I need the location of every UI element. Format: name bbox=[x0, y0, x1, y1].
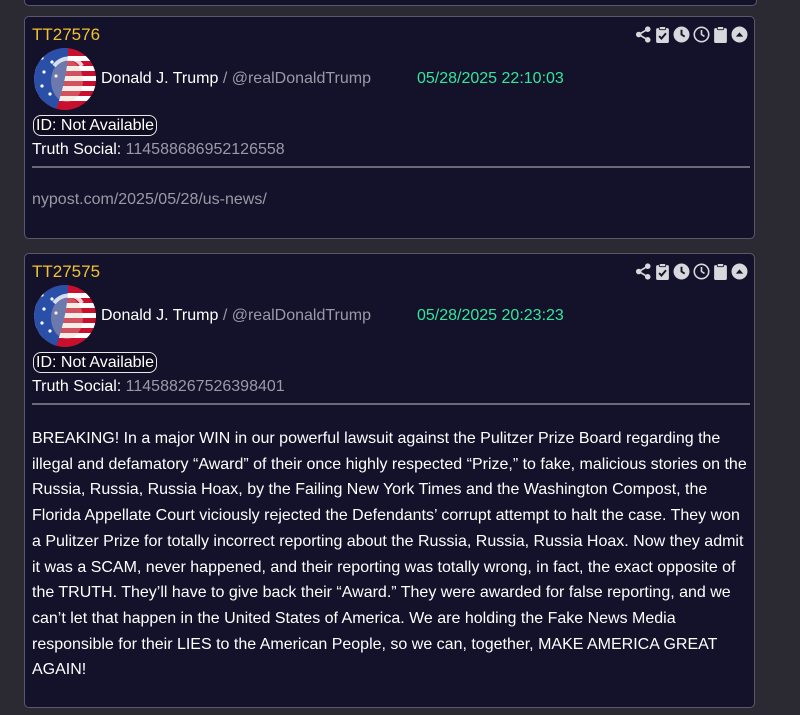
avatar bbox=[34, 285, 96, 347]
post-timestamp[interactable]: 05/28/2025 20:23:23 bbox=[417, 307, 564, 325]
author-separator: / bbox=[218, 307, 232, 324]
share-icon[interactable] bbox=[635, 262, 652, 280]
truth-social-id[interactable]: 114588267526398401 bbox=[126, 378, 285, 395]
truth-social-line: Truth Social: 114588267526398401 bbox=[32, 378, 285, 396]
post-card: TT27575 Donald J. Trump / @realDonaldTru… bbox=[24, 253, 755, 708]
clipboard-check-icon[interactable] bbox=[655, 25, 670, 43]
clipboard-icon[interactable] bbox=[713, 262, 728, 280]
clock-filled-icon[interactable] bbox=[673, 263, 690, 280]
truth-social-label: Truth Social: bbox=[32, 141, 122, 158]
share-icon[interactable] bbox=[635, 25, 652, 43]
divider bbox=[32, 166, 750, 168]
truth-social-line: Truth Social: 114588686952126558 bbox=[32, 141, 285, 159]
author-separator: / bbox=[218, 70, 232, 87]
post-link[interactable]: nypost.com/2025/05/28/us-news/ bbox=[32, 191, 267, 209]
chevron-up-circle-icon[interactable] bbox=[731, 263, 748, 280]
clock-outline-icon[interactable] bbox=[693, 262, 710, 280]
post-actions bbox=[635, 25, 748, 43]
post-tt-id: TT27576 bbox=[32, 25, 101, 44]
author-line: Donald J. Trump / @realDonaldTrump bbox=[101, 307, 371, 325]
post-tt-id: TT27575 bbox=[32, 262, 101, 281]
clipboard-icon[interactable] bbox=[713, 25, 728, 43]
post-timestamp[interactable]: 05/28/2025 22:10:03 bbox=[417, 70, 564, 88]
author-name[interactable]: Donald J. Trump bbox=[101, 307, 218, 324]
truth-social-id[interactable]: 114588686952126558 bbox=[126, 141, 285, 158]
id-badge: ID: Not Available bbox=[33, 352, 157, 373]
author-name[interactable]: Donald J. Trump bbox=[101, 70, 218, 87]
post-actions bbox=[635, 262, 748, 280]
author-line: Donald J. Trump / @realDonaldTrump bbox=[101, 70, 371, 88]
avatar bbox=[34, 48, 96, 110]
clipboard-check-icon[interactable] bbox=[655, 262, 670, 280]
truth-social-label: Truth Social: bbox=[32, 378, 122, 395]
author-handle[interactable]: @realDonaldTrump bbox=[232, 307, 371, 324]
post-card: TT27576 Donald J. Trump / @realDonaldTru… bbox=[24, 16, 755, 239]
author-handle[interactable]: @realDonaldTrump bbox=[232, 70, 371, 87]
post-body: BREAKING! In a major WIN in our powerful… bbox=[32, 430, 747, 679]
previous-post-card bbox=[24, 0, 757, 6]
chevron-up-circle-icon[interactable] bbox=[731, 26, 748, 43]
divider bbox=[32, 403, 750, 405]
clock-outline-icon[interactable] bbox=[693, 25, 710, 43]
clock-filled-icon[interactable] bbox=[673, 26, 690, 43]
id-badge: ID: Not Available bbox=[33, 115, 157, 136]
